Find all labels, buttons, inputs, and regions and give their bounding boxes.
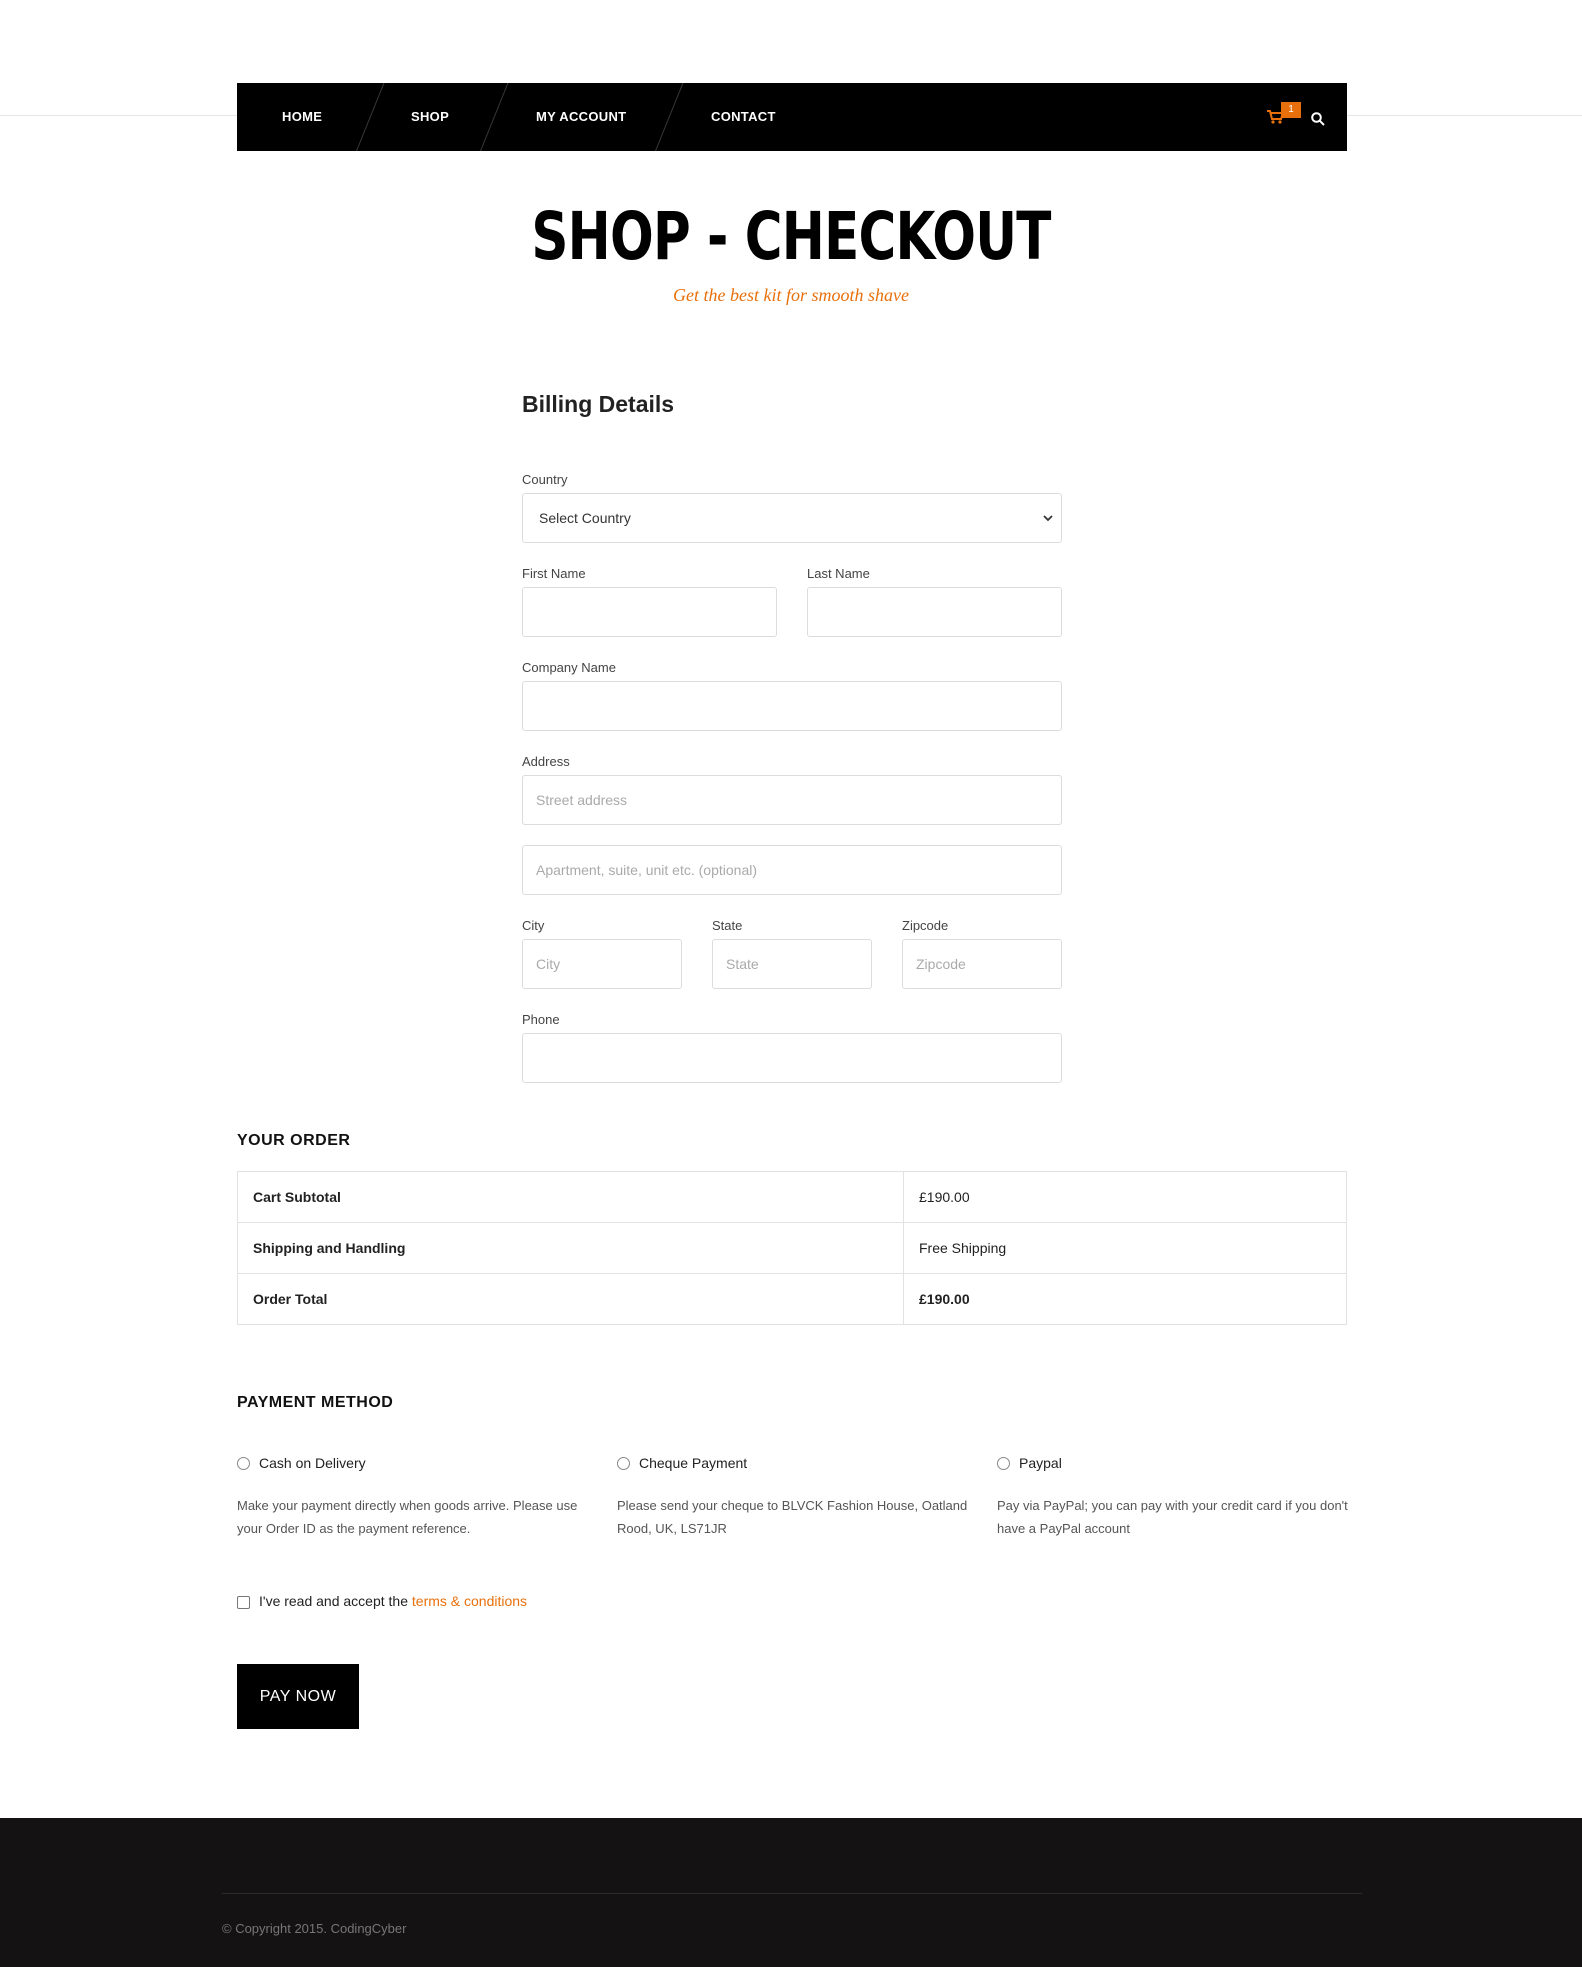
apartment-field[interactable] xyxy=(522,845,1062,895)
last-name-field[interactable] xyxy=(807,587,1062,637)
cheque-payment-radio[interactable] xyxy=(617,1457,630,1470)
table-row: Cart Subtotal £190.00 xyxy=(237,1171,1347,1223)
page-subtitle: Get the best kit for smooth shave xyxy=(673,285,909,305)
main-nav: HOME SHOP MY ACCOUNT CONTACT 1 xyxy=(237,83,1347,151)
cart-subtotal-label: Cart Subtotal xyxy=(237,1171,904,1223)
footer: © Copyright 2015. CodingCyber xyxy=(0,1818,1582,1967)
terms-checkbox[interactable] xyxy=(237,1596,250,1609)
first-name-field[interactable] xyxy=(522,587,777,637)
state-label: State xyxy=(712,918,743,933)
phone-field[interactable] xyxy=(522,1033,1062,1083)
nav-separator xyxy=(356,83,385,151)
terms-text: I've read and accept the terms & conditi… xyxy=(259,1593,527,1609)
cash-on-delivery-description: Make your payment directly when goods ar… xyxy=(237,1498,578,1536)
city-field[interactable] xyxy=(522,939,682,989)
cash-on-delivery-radio[interactable] xyxy=(237,1457,250,1470)
country-label: Country xyxy=(522,472,568,487)
cart-count-badge: 1 xyxy=(1281,102,1301,118)
table-row: Order Total £190.00 xyxy=(237,1273,1347,1325)
zipcode-label: Zipcode xyxy=(902,918,949,933)
nav-contact[interactable]: CONTACT xyxy=(711,83,776,151)
country-select-value: Select Country xyxy=(539,510,631,526)
cheque-payment-label[interactable]: Cheque Payment xyxy=(639,1455,747,1471)
order-total-value: £190.00 xyxy=(903,1273,1347,1325)
nav-separator xyxy=(480,83,509,151)
paypal-description: Pay via PayPal; you can pay with your cr… xyxy=(997,1498,1348,1536)
first-name-label: First Name xyxy=(522,566,586,581)
paypal-label[interactable]: Paypal xyxy=(1019,1455,1062,1471)
nav-separator xyxy=(655,83,684,151)
shipping-value: Free Shipping xyxy=(903,1222,1347,1274)
terms-link[interactable]: terms & conditions xyxy=(412,1593,527,1609)
nav-my-account[interactable]: MY ACCOUNT xyxy=(536,83,626,151)
address-label: Address xyxy=(522,754,570,769)
country-select[interactable]: Select Country xyxy=(522,493,1062,543)
footer-divider xyxy=(222,1893,1362,1894)
search-icon[interactable] xyxy=(1311,112,1325,126)
order-table: Cart Subtotal £190.00 Shipping and Handl… xyxy=(237,1171,1347,1325)
phone-label: Phone xyxy=(522,1012,560,1027)
cart-subtotal-value: £190.00 xyxy=(903,1171,1347,1223)
footer-copyright: © Copyright 2015. CodingCyber xyxy=(222,1921,407,1936)
cash-on-delivery-label[interactable]: Cash on Delivery xyxy=(259,1455,366,1471)
zipcode-field[interactable] xyxy=(902,939,1062,989)
company-label: Company Name xyxy=(522,660,616,675)
chevron-down-icon xyxy=(1043,515,1053,522)
order-heading: YOUR ORDER xyxy=(237,1132,351,1149)
cheque-payment-description: Please send your cheque to BLVCK Fashion… xyxy=(617,1498,968,1536)
order-total-label: Order Total xyxy=(237,1273,904,1325)
table-row: Shipping and Handling Free Shipping xyxy=(237,1222,1347,1274)
last-name-label: Last Name xyxy=(807,566,870,581)
nav-shop[interactable]: SHOP xyxy=(411,83,449,151)
state-field[interactable] xyxy=(712,939,872,989)
nav-home[interactable]: HOME xyxy=(282,83,322,151)
pay-now-button[interactable]: PAY NOW xyxy=(237,1664,359,1729)
street-address-field[interactable] xyxy=(522,775,1062,825)
terms-prefix: I've read and accept the xyxy=(259,1593,412,1609)
paypal-radio[interactable] xyxy=(997,1457,1010,1470)
page-title: SHOP - CHECKOUT xyxy=(531,198,1051,275)
payment-heading: PAYMENT METHOD xyxy=(237,1394,394,1411)
billing-heading: Billing Details xyxy=(522,391,675,417)
city-label: City xyxy=(522,918,545,933)
shipping-label: Shipping and Handling xyxy=(237,1222,904,1274)
company-field[interactable] xyxy=(522,681,1062,731)
